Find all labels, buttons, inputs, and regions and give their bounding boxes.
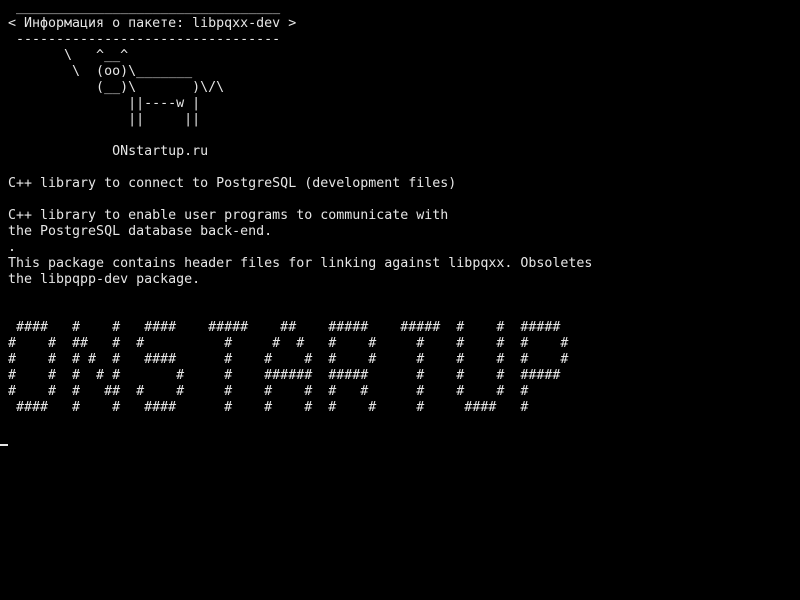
site-name: ONstartup.ru bbox=[8, 144, 209, 159]
banner-bottom-border: --------------------------------- bbox=[8, 32, 281, 47]
ascii-cow-line: (__)\ )\/\ bbox=[8, 80, 225, 95]
description-line: . bbox=[8, 240, 17, 255]
ascii-cow-line: ||----w | bbox=[8, 96, 201, 111]
ascii-banner-line: #### # # #### # # # # # # #### # bbox=[8, 400, 529, 415]
ascii-cow-line: \ ^__^ bbox=[8, 48, 129, 63]
banner-top-border: _________________________________ bbox=[8, 0, 281, 15]
package-summary: C++ library to connect to PostgreSQL (de… bbox=[8, 176, 457, 191]
ascii-banner-line: # # # # # # # ###### ##### # # # ##### bbox=[8, 368, 561, 383]
ascii-banner-line: # # ## # # # # # # # # # # # # bbox=[8, 336, 569, 351]
package-info-title: < Информация о пакете: libpqxx-dev > bbox=[8, 16, 297, 31]
description-line: C++ library to enable user programs to c… bbox=[8, 208, 449, 223]
text-cursor bbox=[0, 444, 8, 446]
description-line: the libpqpp-dev package. bbox=[8, 272, 201, 287]
description-line: This package contains header files for l… bbox=[8, 256, 593, 271]
description-line: the PostgreSQL database back-end. bbox=[8, 224, 273, 239]
terminal-screen[interactable]: _________________________________ < Инфо… bbox=[0, 0, 800, 600]
ascii-banner-line: #### # # #### ##### ## ##### ##### # # #… bbox=[8, 320, 561, 335]
ascii-banner-line: # # # ## # # # # # # # # # # # bbox=[8, 384, 529, 399]
ascii-cow-line: || || bbox=[8, 112, 201, 127]
ascii-cow-line: \ (oo)\_______ bbox=[8, 64, 193, 79]
ascii-banner-line: # # # # # #### # # # # # # # # # # bbox=[8, 352, 569, 367]
